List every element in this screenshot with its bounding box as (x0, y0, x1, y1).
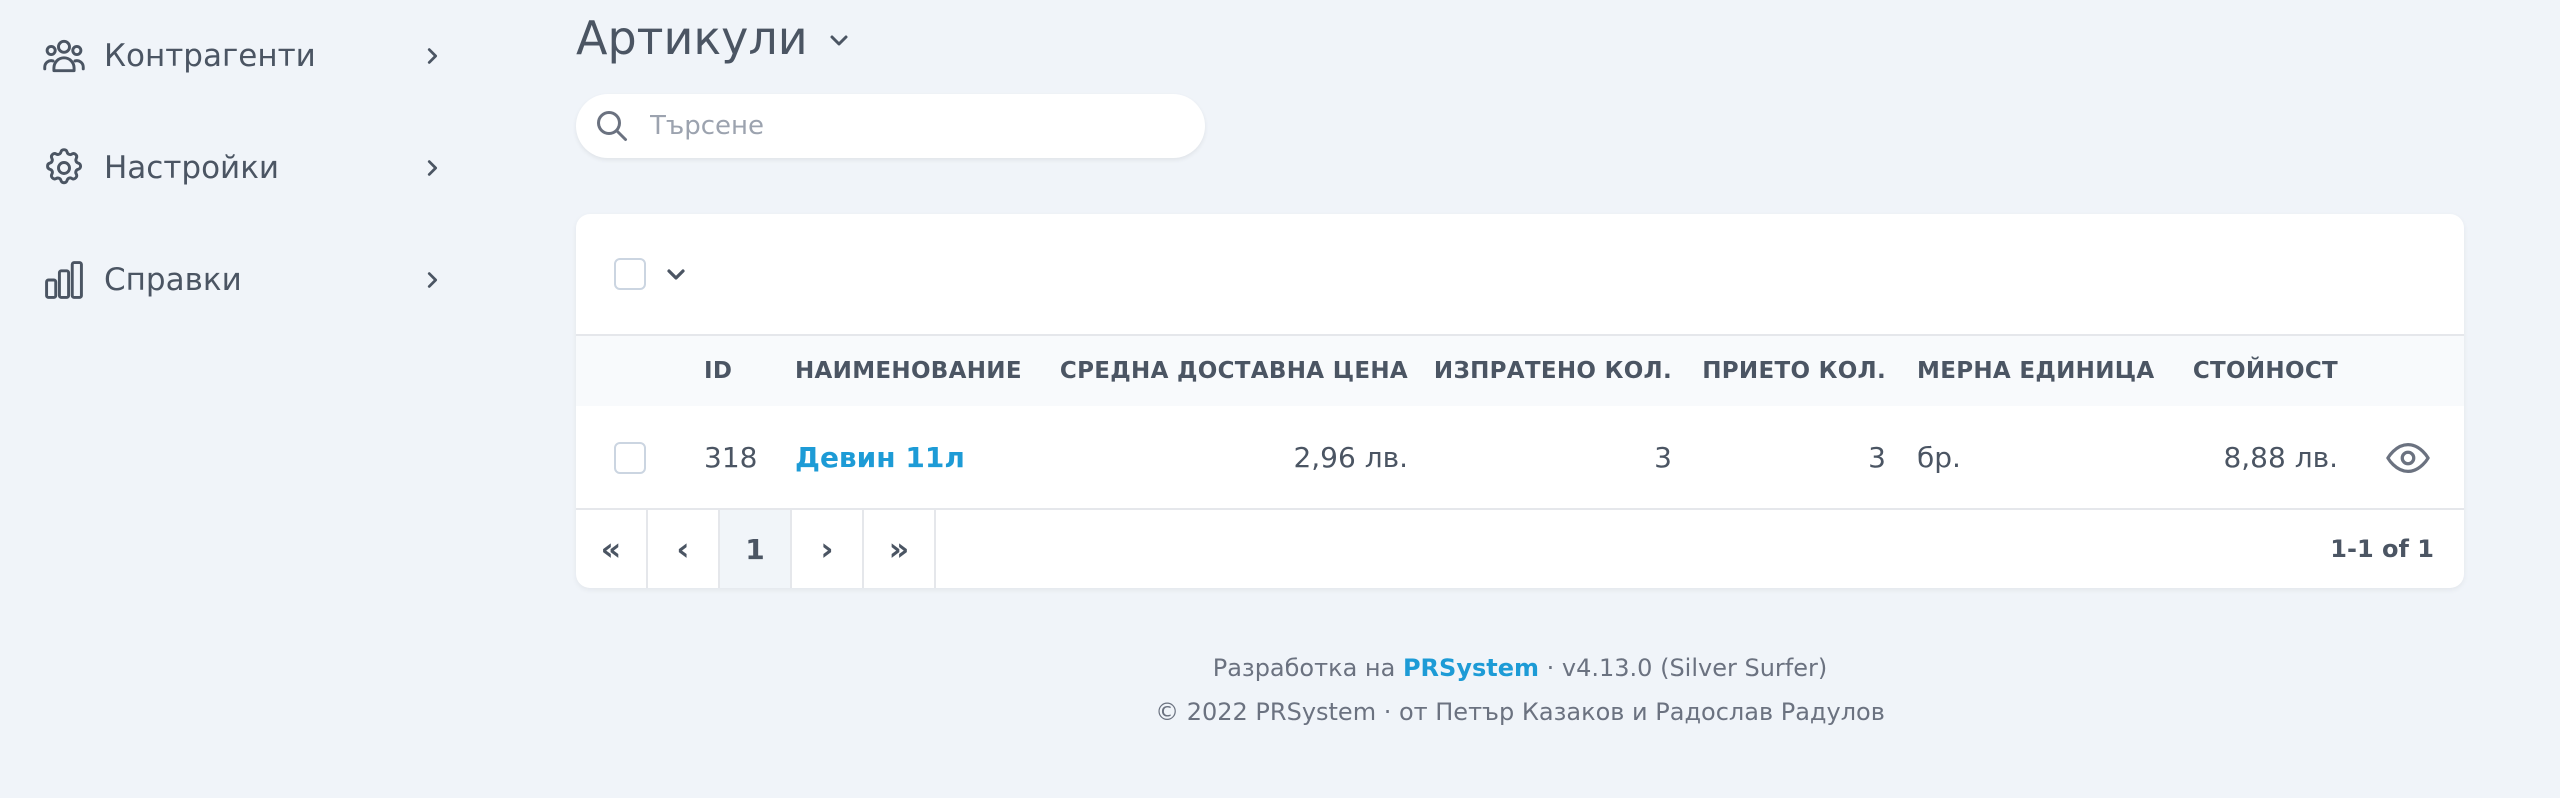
sidebar-item-reports[interactable]: Справки (42, 250, 447, 310)
page-title-row: Артикули (576, 8, 852, 68)
users-icon (42, 34, 86, 78)
first-page-button[interactable]: « (576, 510, 648, 588)
next-page-button[interactable]: › (792, 510, 864, 588)
column-header-value[interactable]: СТОЙНОСТ (2193, 336, 2338, 406)
sidebar-item-label: Контрагенти (104, 38, 316, 74)
sidebar-item-label: Настройки (104, 150, 280, 186)
chevron-right-icon (417, 153, 447, 183)
gear-icon (42, 146, 86, 190)
pagination-info: 1-1 of 1 (2330, 535, 2434, 563)
last-page-button[interactable]: » (864, 510, 936, 588)
column-header-id[interactable]: ID (704, 336, 732, 406)
sidebar-item-label: Справки (104, 262, 242, 298)
table-row: 318 Девин 11л 2,96 лв. 3 3 бр. 8,88 лв. (576, 406, 2464, 510)
cell-sent-qty: 3 (1654, 441, 1672, 474)
cell-unit: бр. (1917, 441, 1961, 474)
sidebar-item-contragents[interactable]: Контрагенти (42, 26, 447, 86)
row-checkbox[interactable] (614, 442, 646, 474)
footer-prefix: Разработка на (1212, 654, 1396, 682)
footer-brand-link[interactable]: PRSystem (1403, 654, 1539, 682)
sidebar: Контрагенти Настройки Справки (0, 0, 470, 798)
previous-page-button[interactable]: ‹ (648, 510, 720, 588)
cell-name-link[interactable]: Девин 11л (795, 406, 965, 510)
column-header-sent-qty[interactable]: ИЗПРАТЕНО КОЛ. (1434, 336, 1672, 406)
cell-value: 8,88 лв. (2223, 441, 2338, 474)
chevron-right-icon (417, 265, 447, 295)
table-header: ID НАИМЕНОВАНИЕ СРЕДНА ДОСТАВНА ЦЕНА ИЗП… (576, 336, 2464, 406)
cell-received-qty: 3 (1868, 441, 1886, 474)
column-header-name[interactable]: НАИМЕНОВАНИЕ (795, 336, 1022, 406)
column-header-received-qty[interactable]: ПРИЕТО КОЛ. (1702, 336, 1886, 406)
column-header-unit[interactable]: МЕРНА ЕДИНИЦА (1917, 336, 2155, 406)
column-header-avg-price[interactable]: СРЕДНА ДОСТАВНА ЦЕНА (1060, 336, 1408, 406)
cell-id: 318 (704, 441, 758, 474)
footer-version: · v4.13.0 (Silver Surfer) (1546, 654, 1828, 682)
page-title: Артикули (576, 11, 808, 65)
chart-bars-icon (42, 258, 86, 302)
sidebar-item-settings[interactable]: Настройки (42, 138, 447, 198)
resource-table-card: ID НАИМЕНОВАНИЕ СРЕДНА ДОСТАВНА ЦЕНА ИЗП… (576, 214, 2464, 588)
search-input[interactable] (648, 110, 1168, 142)
table-toolbar (576, 214, 2464, 336)
footer-line-1: Разработка на PRSystem · v4.13.0 (Silver… (576, 654, 2464, 682)
search-box (576, 94, 1205, 158)
chevron-down-icon[interactable] (826, 27, 852, 53)
chevron-right-icon (417, 41, 447, 71)
footer-line-2: © 2022 PRSystem · от Петър Казаков и Рад… (1155, 698, 1885, 726)
pagination: « ‹ 1 › » 1-1 of 1 (576, 510, 2464, 588)
search-icon (592, 106, 632, 146)
cell-avg-price: 2,96 лв. (1293, 441, 1408, 474)
page-button-current[interactable]: 1 (720, 510, 792, 588)
chevron-down-icon[interactable] (662, 260, 690, 288)
select-all-checkbox[interactable] (614, 258, 646, 290)
eye-icon[interactable] (2384, 436, 2432, 480)
